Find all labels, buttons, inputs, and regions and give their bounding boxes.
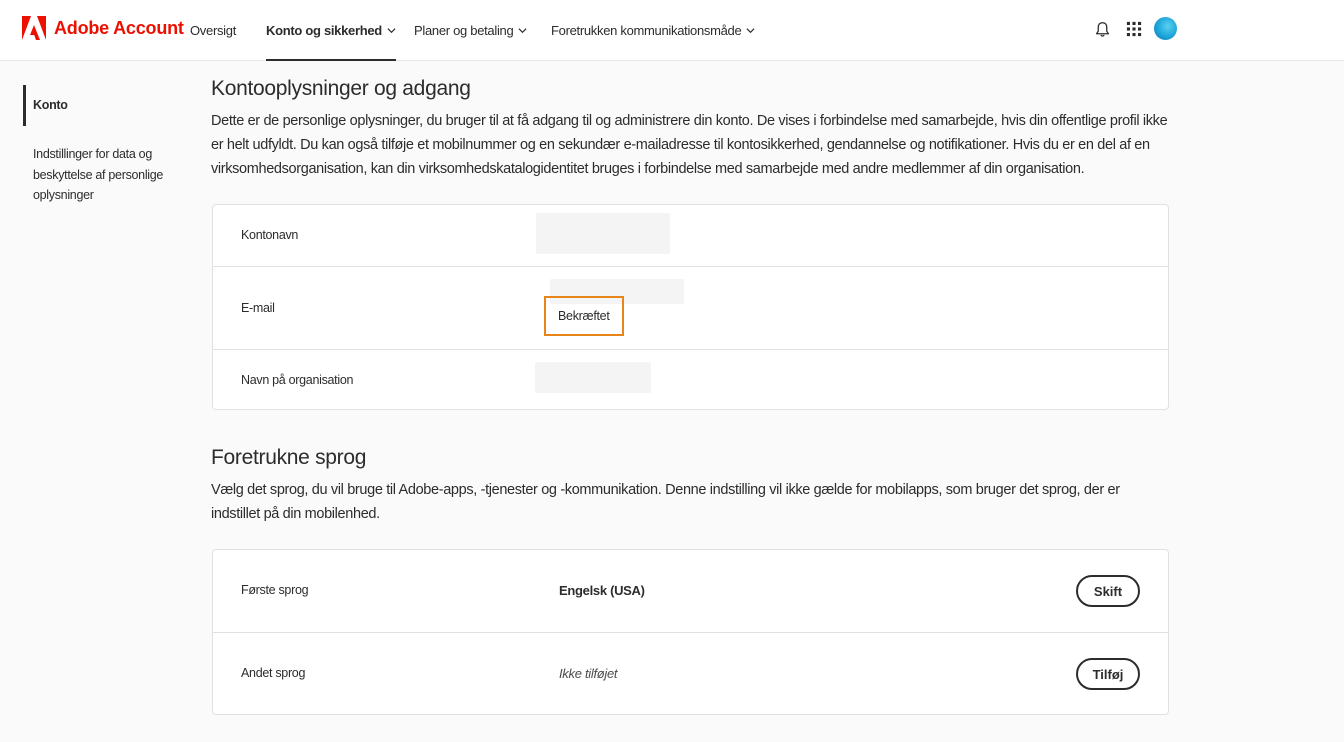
language-card: Første sprog Engelsk (USA) Skift Andet s… [212, 549, 1169, 715]
first-language-label: Første sprog [241, 583, 309, 597]
account-info-card: Kontonavn E-mail Bekræftet Navn på organ… [212, 204, 1169, 410]
nav-konto-og-sikkerhed[interactable]: Konto og sikkerhed [266, 0, 396, 61]
brand-name: Adobe Account [54, 17, 184, 38]
sidebar-item-label: Konto [33, 98, 68, 112]
language-section-title: Foretrukne sprog [211, 446, 367, 469]
verified-status-text: Bekræftet [558, 309, 610, 323]
adobe-logo-icon [22, 16, 46, 40]
nav-label: Planer og betaling [414, 23, 514, 38]
nav-foretrukken-kommunikation[interactable]: Foretrukken kommunikationsmåde [551, 0, 755, 61]
first-language-value: Engelsk (USA) [559, 583, 645, 598]
email-label: E-mail [241, 301, 275, 315]
second-language-row: Andet sprog Ikke tilføjet Tilføj [213, 632, 1168, 715]
email-verified-badge: Bekræftet [544, 296, 624, 336]
language-section-description: Vælg det sprog, du vil bruge til Adobe-a… [211, 482, 1120, 522]
sidebar-item-label-line: beskyttelse af personlige [33, 167, 164, 182]
bell-icon[interactable] [1091, 18, 1113, 40]
change-language-button[interactable]: Skift [1076, 575, 1140, 607]
account-name-row: Kontonavn [213, 205, 1168, 266]
nav-oversigt[interactable]: Oversigt [190, 0, 236, 61]
sidebar-item-label-line: Indstillinger for data og [33, 147, 152, 161]
nav-label: Foretrukken kommunikationsmåde [551, 23, 742, 38]
account-name-value [536, 213, 670, 254]
organization-label: Navn på organisation [241, 373, 354, 387]
nav-planer-og-betaling[interactable]: Planer og betaling [414, 0, 527, 61]
add-language-button[interactable]: Tilføj [1076, 658, 1140, 690]
sidebar-item-data-privacy[interactable]: Indstillinger for data og beskyttelse af… [33, 144, 163, 206]
email-row: E-mail Bekræftet [213, 266, 1168, 349]
first-language-row: Første sprog Engelsk (USA) Skift [213, 550, 1168, 632]
account-section-title: Kontooplysninger og adgang [211, 77, 471, 100]
nav-label: Oversigt [190, 23, 237, 38]
avatar[interactable] [1154, 17, 1177, 40]
adobe-brand[interactable]: Adobe Account [22, 16, 184, 40]
organization-value [535, 362, 651, 393]
chevron-down-icon [387, 28, 396, 34]
second-language-label: Andet sprog [241, 666, 306, 680]
nav-label: Konto og sikkerhed [266, 23, 382, 38]
sidebar-active-indicator [23, 85, 26, 126]
second-language-value: Ikke tilføjet [559, 666, 618, 681]
organization-row: Navn på organisation [213, 349, 1168, 410]
chevron-down-icon [518, 28, 527, 34]
apps-grid-icon[interactable] [1123, 18, 1145, 40]
top-navigation: Adobe Account Oversigt Konto og sikkerhe… [0, 0, 1344, 61]
account-section-description: Dette er de personlige oplysninger, du b… [211, 113, 1168, 177]
account-name-label: Kontonavn [241, 228, 299, 242]
sidebar-item-label-line: oplysninger [33, 188, 94, 202]
sidebar-item-konto[interactable]: Konto [33, 95, 68, 116]
chevron-down-icon [746, 28, 755, 34]
